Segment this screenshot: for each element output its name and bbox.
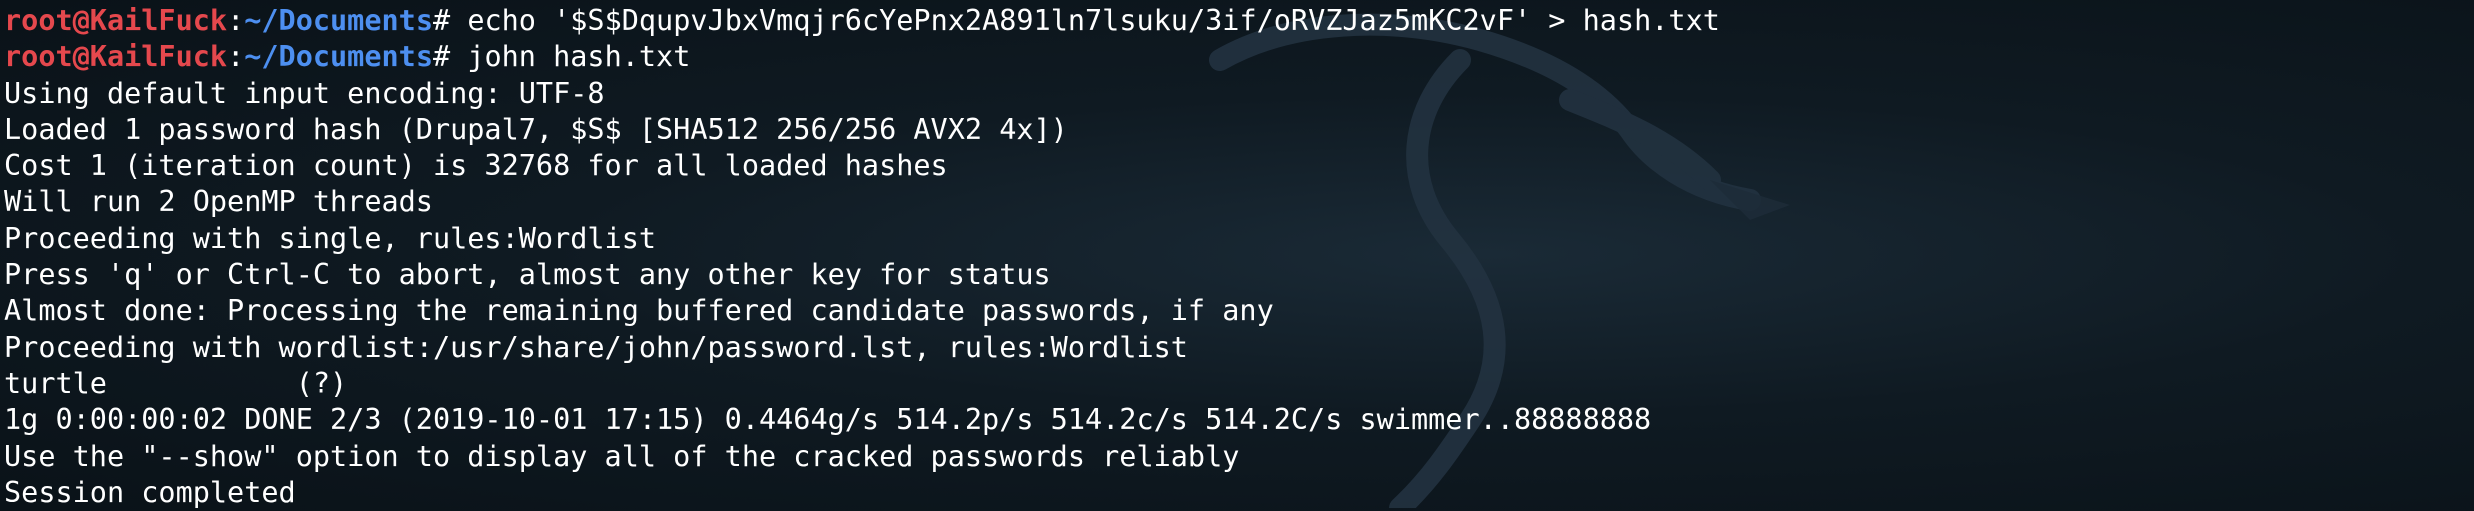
command-line-2: root@KailFuck:~/Documents# john hash.txt (4, 39, 2474, 75)
output-line: 1g 0:00:00:02 DONE 2/3 (2019-10-01 17:15… (4, 403, 1652, 437)
output-line: Using default input encoding: UTF-8 (4, 76, 605, 110)
output-line: Use the "--show" option to display all o… (4, 439, 1240, 473)
terminal-window[interactable]: root@KailFuck:~/Documents# echo '$S$Dqup… (4, 3, 2474, 509)
prompt-colon: : (227, 40, 245, 74)
prompt-symbol: # (432, 40, 451, 74)
output-line: Proceeding with wordlist:/usr/share/john… (4, 330, 1188, 364)
command-text: john hash.txt (450, 40, 691, 74)
output-line: Will run 2 OpenMP threads (4, 185, 433, 219)
prompt-colon: : (227, 4, 245, 37)
output-line: Almost done: Processing the remaining bu… (4, 294, 1274, 328)
output-line: Press 'q' or Ctrl-C to abort, almost any… (4, 258, 1051, 292)
output-line: Cost 1 (iteration count) is 32768 for al… (4, 149, 948, 183)
prompt-user: root@KailFuck (4, 40, 228, 74)
output-line: turtle (?) (4, 366, 348, 400)
prompt-user: root@KailFuck (4, 4, 228, 37)
prompt-path: ~/Documents (244, 4, 433, 37)
output-line: Proceeding with single, rules:Wordlist (4, 221, 657, 255)
prompt-symbol: # (432, 4, 451, 37)
command-line-1: root@KailFuck:~/Documents# echo '$S$Dqup… (4, 3, 2474, 39)
prompt-path: ~/Documents (244, 40, 433, 74)
output-line: Session completed (4, 475, 296, 509)
output-line: Loaded 1 password hash (Drupal7, $S$ [SH… (4, 112, 1068, 146)
command-text: echo '$S$DqupvJbxVmqjr6cYePnx2A891ln7lsu… (450, 4, 1720, 37)
